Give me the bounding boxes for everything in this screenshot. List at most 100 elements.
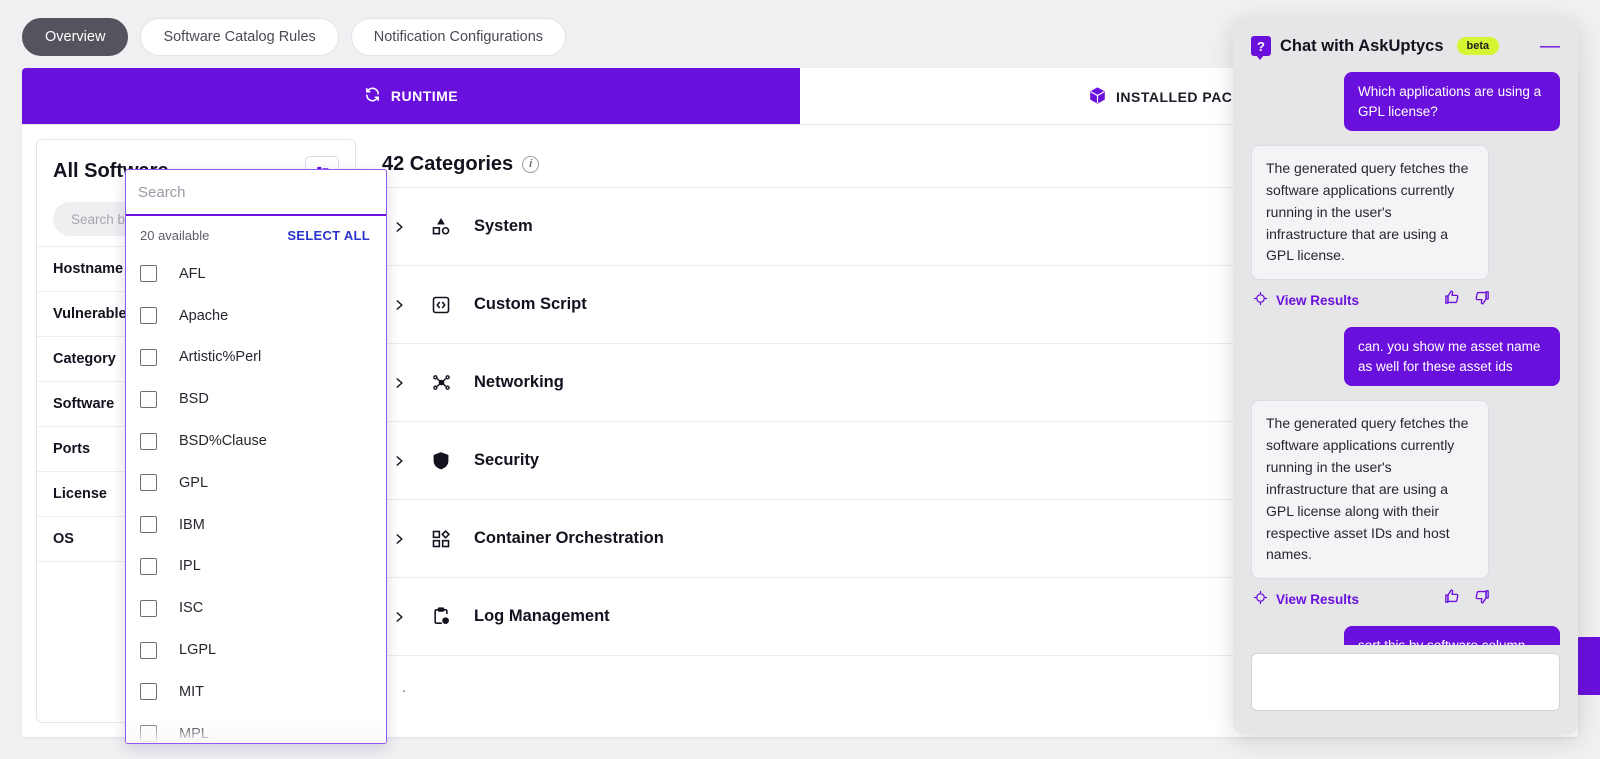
chat-input[interactable] [1251, 653, 1560, 711]
thumbs-up-icon[interactable] [1443, 289, 1460, 311]
dropdown-meta-row: 20 available SELECT ALL [126, 216, 386, 253]
chat-bot-actions: View Results [1253, 588, 1491, 610]
grid-blocks-icon [430, 529, 452, 549]
option-label: AFL [179, 265, 206, 282]
option-label: IPL [179, 558, 201, 575]
chat-panel: ? Chat with AskUptycs beta — Which appli… [1233, 18, 1578, 734]
chevron-right-icon[interactable] [392, 608, 408, 626]
checkbox-icon[interactable] [140, 641, 157, 659]
option-label: MPL [179, 725, 209, 742]
option-ibm[interactable]: IBM [126, 504, 386, 546]
option-bsd[interactable]: BSD [126, 378, 386, 420]
minimize-icon[interactable]: — [1540, 36, 1560, 56]
category-name: Log Management [474, 607, 610, 625]
checkbox-icon[interactable] [140, 557, 157, 575]
category-name: Container Orchestration [474, 529, 664, 547]
option-label: IBM [179, 516, 205, 533]
thumbs-up-icon[interactable] [1443, 588, 1460, 610]
available-count-label: 20 available [140, 228, 210, 243]
view-results-button[interactable]: View Results [1253, 291, 1359, 309]
tab-overview-label: Overview [45, 29, 106, 45]
view-results-button[interactable]: View Results [1253, 590, 1359, 608]
feedback-buttons [1443, 289, 1491, 311]
option-label: LGPL [179, 642, 217, 659]
thumbs-down-icon[interactable] [1474, 588, 1491, 610]
refresh-icon [364, 86, 381, 106]
thumbs-down-icon[interactable] [1474, 289, 1491, 311]
network-nodes-icon [430, 372, 452, 393]
beta-badge: beta [1456, 37, 1500, 55]
chat-messages: Which applications are using a GPL licen… [1233, 66, 1578, 645]
option-apache[interactable]: Apache [126, 295, 386, 337]
select-all-button[interactable]: SELECT ALL [287, 228, 370, 243]
option-lgpl[interactable]: LGPL [126, 629, 386, 671]
tab-overview[interactable]: Overview [22, 18, 129, 56]
checkbox-icon[interactable] [140, 725, 157, 743]
option-label: GPL [179, 474, 209, 491]
filter-item-ports-label: Ports [53, 441, 91, 457]
code-brackets-icon [430, 295, 452, 315]
checkbox-icon[interactable] [140, 599, 157, 617]
option-mit[interactable]: MIT [126, 671, 386, 713]
dropdown-search-row [126, 170, 386, 216]
chat-message-bot: The generated query fetches the software… [1251, 145, 1489, 281]
option-bsd-clause[interactable]: BSD%Clause [126, 420, 386, 462]
checkbox-icon[interactable] [140, 516, 157, 534]
segment-runtime[interactable]: RUNTIME [22, 68, 800, 124]
checkbox-icon[interactable] [140, 474, 157, 492]
shapes-icon [430, 217, 452, 237]
chevron-right-icon[interactable] [392, 530, 408, 548]
clipboard-clock-icon [430, 606, 452, 627]
option-artistic-perl[interactable]: Artistic%Perl [126, 337, 386, 379]
option-ipl[interactable]: IPL [126, 546, 386, 588]
categories-count-label: 42 Categories [382, 152, 514, 175]
tab-notification-configurations[interactable]: Notification Configurations [350, 18, 567, 56]
option-label: BSD [179, 391, 209, 408]
checkbox-icon[interactable] [140, 265, 157, 283]
chat-message-user: sort this by software column [1344, 626, 1560, 645]
option-label: MIT [179, 683, 204, 700]
dropdown-search-input[interactable] [138, 183, 374, 201]
option-label: Apache [179, 307, 229, 324]
checkbox-icon[interactable] [140, 307, 157, 325]
checkbox-icon[interactable] [140, 683, 157, 701]
checkbox-icon[interactable] [140, 390, 157, 408]
option-mpl[interactable]: MPL [126, 713, 386, 743]
chevron-right-icon[interactable] [392, 452, 408, 470]
chat-bot-actions: View Results [1253, 289, 1491, 311]
option-afl[interactable]: AFL [126, 253, 386, 295]
option-label: BSD%Clause [179, 433, 267, 450]
view-results-label: View Results [1276, 292, 1360, 308]
filter-item-hostname-label: Hostname [53, 261, 124, 277]
info-icon[interactable]: i [522, 155, 540, 173]
tab-software-catalog-rules[interactable]: Software Catalog Rules [140, 18, 339, 56]
option-label: Artistic%Perl [179, 349, 262, 366]
category-name: Security [474, 451, 540, 469]
option-label: ISC [179, 600, 204, 617]
package-icon [1088, 86, 1107, 108]
option-gpl[interactable]: GPL [126, 462, 386, 504]
filter-item-os-label: OS [53, 531, 74, 547]
checkbox-icon[interactable] [140, 348, 157, 366]
dropdown-options-list[interactable]: AFL Apache Artistic%Perl BSD BSD%Clause … [126, 253, 386, 743]
chat-message-bot: The generated query fetches the software… [1251, 400, 1489, 580]
chat-header: ? Chat with AskUptycs beta — [1233, 18, 1578, 66]
chevron-right-icon[interactable] [392, 218, 408, 236]
license-filter-dropdown: 20 available SELECT ALL AFL Apache Artis… [125, 169, 387, 744]
filter-item-category-label: Category [53, 351, 116, 367]
chevron-right-icon[interactable] [392, 374, 408, 392]
filter-item-vulnerable-label: Vulnerable [53, 306, 127, 322]
filter-item-software-label: Software [53, 396, 115, 412]
segment-installed-packages-text: INSTALLED PAC [1116, 89, 1233, 105]
chevron-right-icon[interactable] [392, 296, 408, 314]
view-results-label: View Results [1276, 591, 1360, 607]
filter-item-license-label: License [53, 486, 107, 502]
feedback-buttons [1443, 588, 1491, 610]
chat-help-icon: ? [1251, 36, 1271, 60]
option-isc[interactable]: ISC [126, 587, 386, 629]
tab-notification-configurations-label: Notification Configurations [373, 29, 544, 45]
checkbox-icon[interactable] [140, 432, 157, 450]
app-root: Overview Software Catalog Rules Notifica… [0, 0, 1600, 759]
category-name: System [474, 217, 533, 235]
segment-installed-packages-label-group[interactable]: INSTALLED PAC [1088, 86, 1232, 108]
